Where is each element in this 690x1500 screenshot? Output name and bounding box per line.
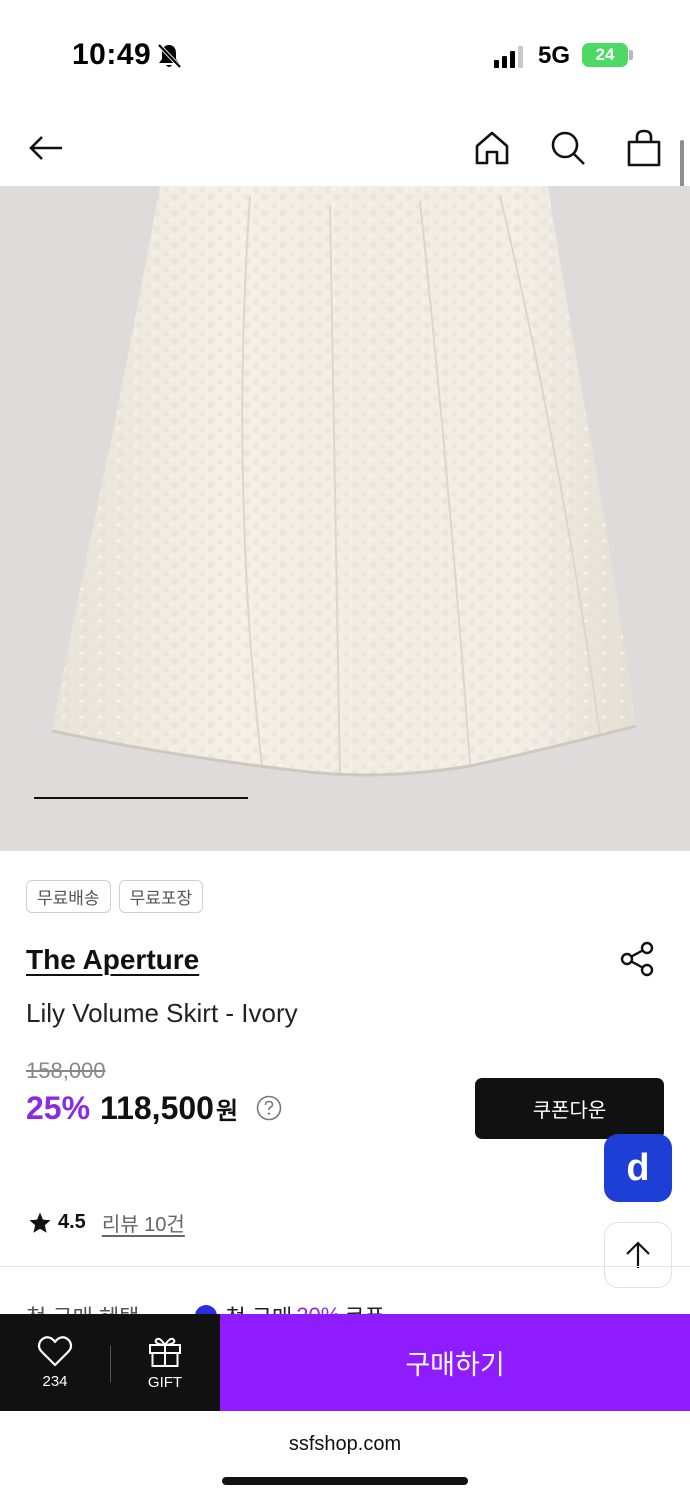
rating-value: 4.5 bbox=[58, 1211, 86, 1233]
free-shipping-tag: 무료배송 bbox=[26, 880, 111, 913]
battery-nub bbox=[629, 50, 633, 60]
buy-now-button[interactable]: 구매하기 bbox=[220, 1314, 690, 1411]
product-name: Lily Volume Skirt - Ivory bbox=[26, 998, 298, 1028]
share-icon[interactable] bbox=[618, 940, 656, 978]
gift-label: GIFT bbox=[147, 1374, 183, 1391]
product-tags: 무료배송 무료포장 bbox=[26, 880, 204, 913]
purchase-bar-left: 234 GIFT bbox=[0, 1314, 220, 1411]
wishlist-count: 234 bbox=[42, 1373, 68, 1390]
battery-level: 24 bbox=[595, 45, 615, 64]
heart-icon bbox=[37, 1336, 73, 1367]
home-indicator bbox=[222, 1477, 468, 1485]
review-count-link[interactable]: 리뷰 10건 bbox=[102, 1208, 185, 1237]
free-wrapping-tag: 무료포장 bbox=[118, 880, 204, 913]
browser-address-bar[interactable]: ssfshop.com bbox=[0, 1411, 690, 1500]
coupon-download-label: 쿠폰다운 bbox=[532, 1100, 607, 1122]
rating-row: 4.5 리뷰 10건 bbox=[28, 1208, 185, 1237]
star-icon bbox=[29, 1212, 51, 1233]
back-button[interactable] bbox=[24, 126, 68, 170]
product-image-carousel[interactable] bbox=[0, 186, 690, 851]
status-time: 10:49 bbox=[72, 38, 152, 71]
home-icon bbox=[475, 131, 509, 165]
brand-link[interactable]: The Aperture bbox=[26, 944, 199, 976]
status-bar: 10:49 5G 24 bbox=[0, 0, 690, 100]
search-button[interactable] bbox=[546, 126, 590, 170]
signal-icon bbox=[494, 46, 523, 68]
home-button[interactable] bbox=[470, 126, 514, 170]
original-price: 158,000 bbox=[26, 1058, 106, 1083]
scroll-to-top-button[interactable] bbox=[604, 1222, 672, 1288]
sale-price: 118,500 bbox=[100, 1090, 214, 1126]
discount-rate: 25% bbox=[26, 1090, 91, 1126]
buy-now-label: 구매하기 bbox=[405, 1350, 505, 1380]
currency-unit: 원 bbox=[215, 1098, 239, 1125]
floating-d-button[interactable]: d bbox=[604, 1134, 672, 1202]
gift-icon bbox=[149, 1337, 181, 1367]
image-progress-indicator bbox=[34, 797, 654, 799]
bell-slash-icon bbox=[157, 43, 182, 69]
shopping-bag-icon bbox=[627, 129, 661, 167]
url-label[interactable]: ssfshop.com bbox=[0, 1433, 690, 1456]
arrow-left-icon bbox=[29, 136, 62, 160]
search-icon bbox=[551, 131, 585, 165]
section-divider bbox=[0, 1266, 690, 1267]
wishlist-button[interactable]: 234 bbox=[0, 1314, 110, 1411]
skirt-product-photo bbox=[51, 186, 637, 777]
d-button-label: d bbox=[626, 1146, 650, 1189]
price-row: 25% 118,500 원 bbox=[26, 1090, 238, 1127]
coupon-download-button[interactable]: 쿠폰다운 bbox=[475, 1078, 664, 1139]
gift-button[interactable]: GIFT bbox=[110, 1314, 220, 1411]
shopping-bag-button[interactable] bbox=[622, 126, 666, 170]
question-circle-icon[interactable] bbox=[256, 1095, 282, 1121]
product-detail-screen: 10:49 5G 24 무료배송 무료포장 The Aperture Lily … bbox=[0, 0, 690, 1500]
battery-indicator: 24 bbox=[582, 43, 628, 67]
purchase-bar: 234 GIFT 구매하기 bbox=[0, 1314, 690, 1411]
network-type: 5G bbox=[538, 42, 571, 69]
top-nav-bar bbox=[0, 100, 690, 186]
image-progress-active bbox=[34, 797, 248, 799]
